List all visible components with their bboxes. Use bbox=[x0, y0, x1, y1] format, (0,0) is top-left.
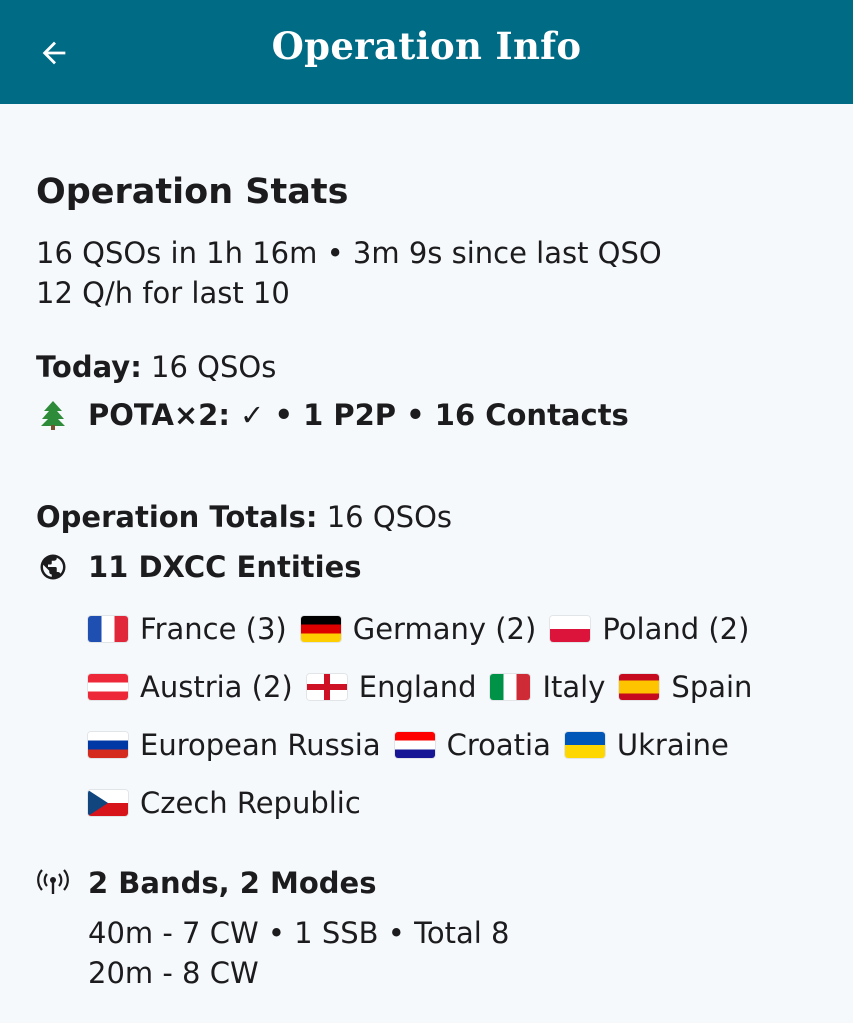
flag-ukraine-icon bbox=[564, 732, 605, 758]
flag-italy-icon bbox=[490, 674, 531, 700]
flag-austria-icon bbox=[88, 674, 128, 700]
totals-value: 16 QSOs bbox=[317, 500, 453, 534]
country-name: Croatia bbox=[446, 728, 551, 762]
country-item: Croatia bbox=[394, 726, 551, 764]
country-name: Spain bbox=[671, 670, 753, 704]
dxcc-row: 11 DXCC Entities bbox=[36, 550, 362, 584]
totals-summary: Operation Totals: 16 QSOs bbox=[36, 500, 452, 534]
pota-summary: POTA×2: ✓ • 1 P2P • 16 Contacts bbox=[88, 398, 629, 432]
stats-line-2: 12 Q/h for last 10 bbox=[36, 276, 290, 310]
flag-poland-icon bbox=[550, 616, 591, 642]
country-name: Poland (2) bbox=[602, 612, 750, 646]
antenna-icon bbox=[36, 866, 70, 900]
country-item: Germany (2) bbox=[300, 610, 537, 648]
flag-spain-icon bbox=[619, 674, 660, 700]
country-item: Austria (2) bbox=[88, 668, 293, 706]
country-name: Germany (2) bbox=[352, 612, 537, 646]
globe-icon bbox=[36, 550, 70, 584]
today-summary: Today: 16 QSOs bbox=[36, 350, 276, 384]
country-item: England bbox=[306, 668, 477, 706]
country-item: European Russia bbox=[88, 726, 381, 764]
band-40m-line: 40m - 7 CW • 1 SSB • Total 8 bbox=[88, 916, 510, 950]
app-bar: Operation Info bbox=[0, 0, 853, 104]
operation-info-content: Operation Stats 16 QSOs in 1h 16m • 3m 9… bbox=[0, 104, 853, 1023]
flag-russia-icon bbox=[88, 732, 128, 758]
country-name: Ukraine bbox=[616, 728, 729, 762]
flag-germany-icon bbox=[300, 616, 341, 642]
country-name: Czech Republic bbox=[140, 786, 361, 820]
operation-stats-heading: Operation Stats bbox=[36, 172, 349, 212]
country-name: Italy bbox=[542, 670, 606, 704]
flag-france-icon bbox=[88, 616, 128, 642]
country-item: Czech Republic bbox=[88, 784, 361, 822]
totals-label: Operation Totals: bbox=[36, 500, 318, 534]
country-name: England bbox=[358, 670, 477, 704]
today-label: Today: bbox=[36, 350, 142, 384]
country-name: Austria (2) bbox=[140, 670, 293, 704]
stats-line-1: 16 QSOs in 1h 16m • 3m 9s since last QSO bbox=[36, 236, 662, 270]
country-name: European Russia bbox=[140, 728, 381, 762]
pota-row: POTA×2: ✓ • 1 P2P • 16 Contacts bbox=[36, 398, 629, 432]
band-20m-line: 20m - 8 CW bbox=[88, 956, 259, 990]
flag-croatia-icon bbox=[394, 732, 435, 758]
bands-row: 2 Bands, 2 Modes bbox=[36, 866, 376, 900]
today-value: 16 QSOs bbox=[141, 350, 277, 384]
page-title: Operation Info bbox=[271, 24, 582, 68]
country-item: Ukraine bbox=[564, 726, 729, 764]
flag-england-icon bbox=[306, 674, 347, 700]
dxcc-country-list: France (3) Germany (2) Poland (2) Austri… bbox=[88, 610, 828, 822]
country-item: Spain bbox=[619, 668, 752, 706]
country-item: France (3) bbox=[88, 610, 287, 648]
country-item: Poland (2) bbox=[550, 610, 749, 648]
country-name: France (3) bbox=[140, 612, 287, 646]
dxcc-summary: 11 DXCC Entities bbox=[88, 550, 362, 584]
flag-czech-icon bbox=[88, 790, 128, 816]
country-item: Italy bbox=[490, 668, 605, 706]
tree-icon bbox=[36, 398, 70, 432]
bands-summary: 2 Bands, 2 Modes bbox=[88, 866, 377, 900]
